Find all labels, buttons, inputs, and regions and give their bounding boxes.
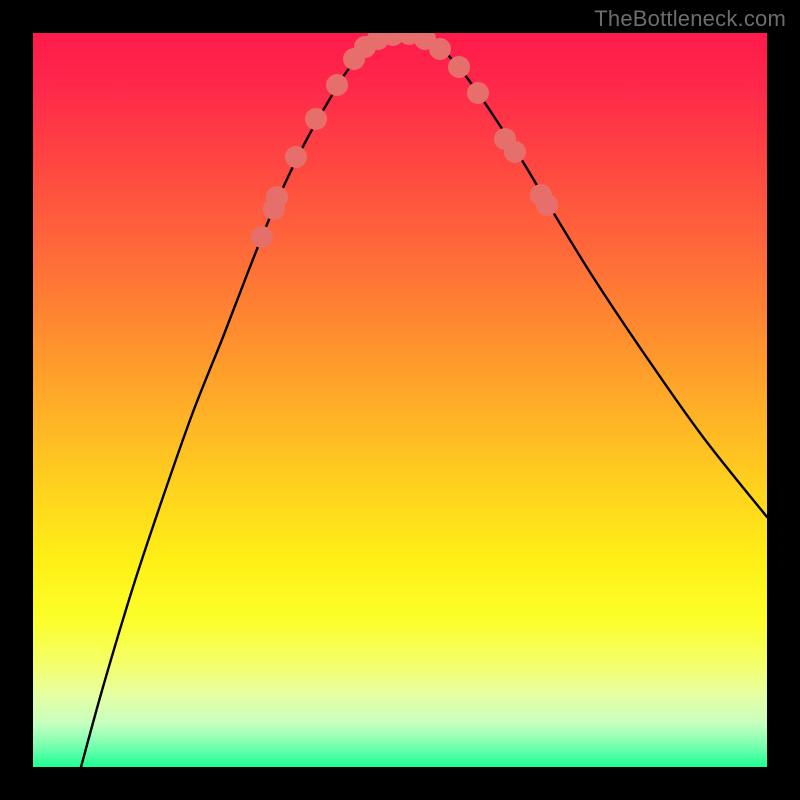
- data-point-group: [251, 33, 558, 248]
- data-point: [305, 108, 327, 130]
- data-point: [536, 194, 558, 216]
- data-point: [266, 186, 288, 208]
- bottleneck-curve: [81, 33, 767, 767]
- data-point: [504, 141, 526, 163]
- watermark-text: TheBottleneck.com: [594, 6, 786, 32]
- data-point: [285, 146, 307, 168]
- data-point: [467, 82, 489, 104]
- data-point: [326, 74, 348, 96]
- curve-layer: [33, 33, 767, 767]
- chart-stage: TheBottleneck.com: [0, 0, 800, 800]
- data-point: [448, 56, 470, 78]
- data-point: [251, 226, 273, 248]
- data-point: [429, 38, 451, 60]
- plot-area: [33, 33, 767, 767]
